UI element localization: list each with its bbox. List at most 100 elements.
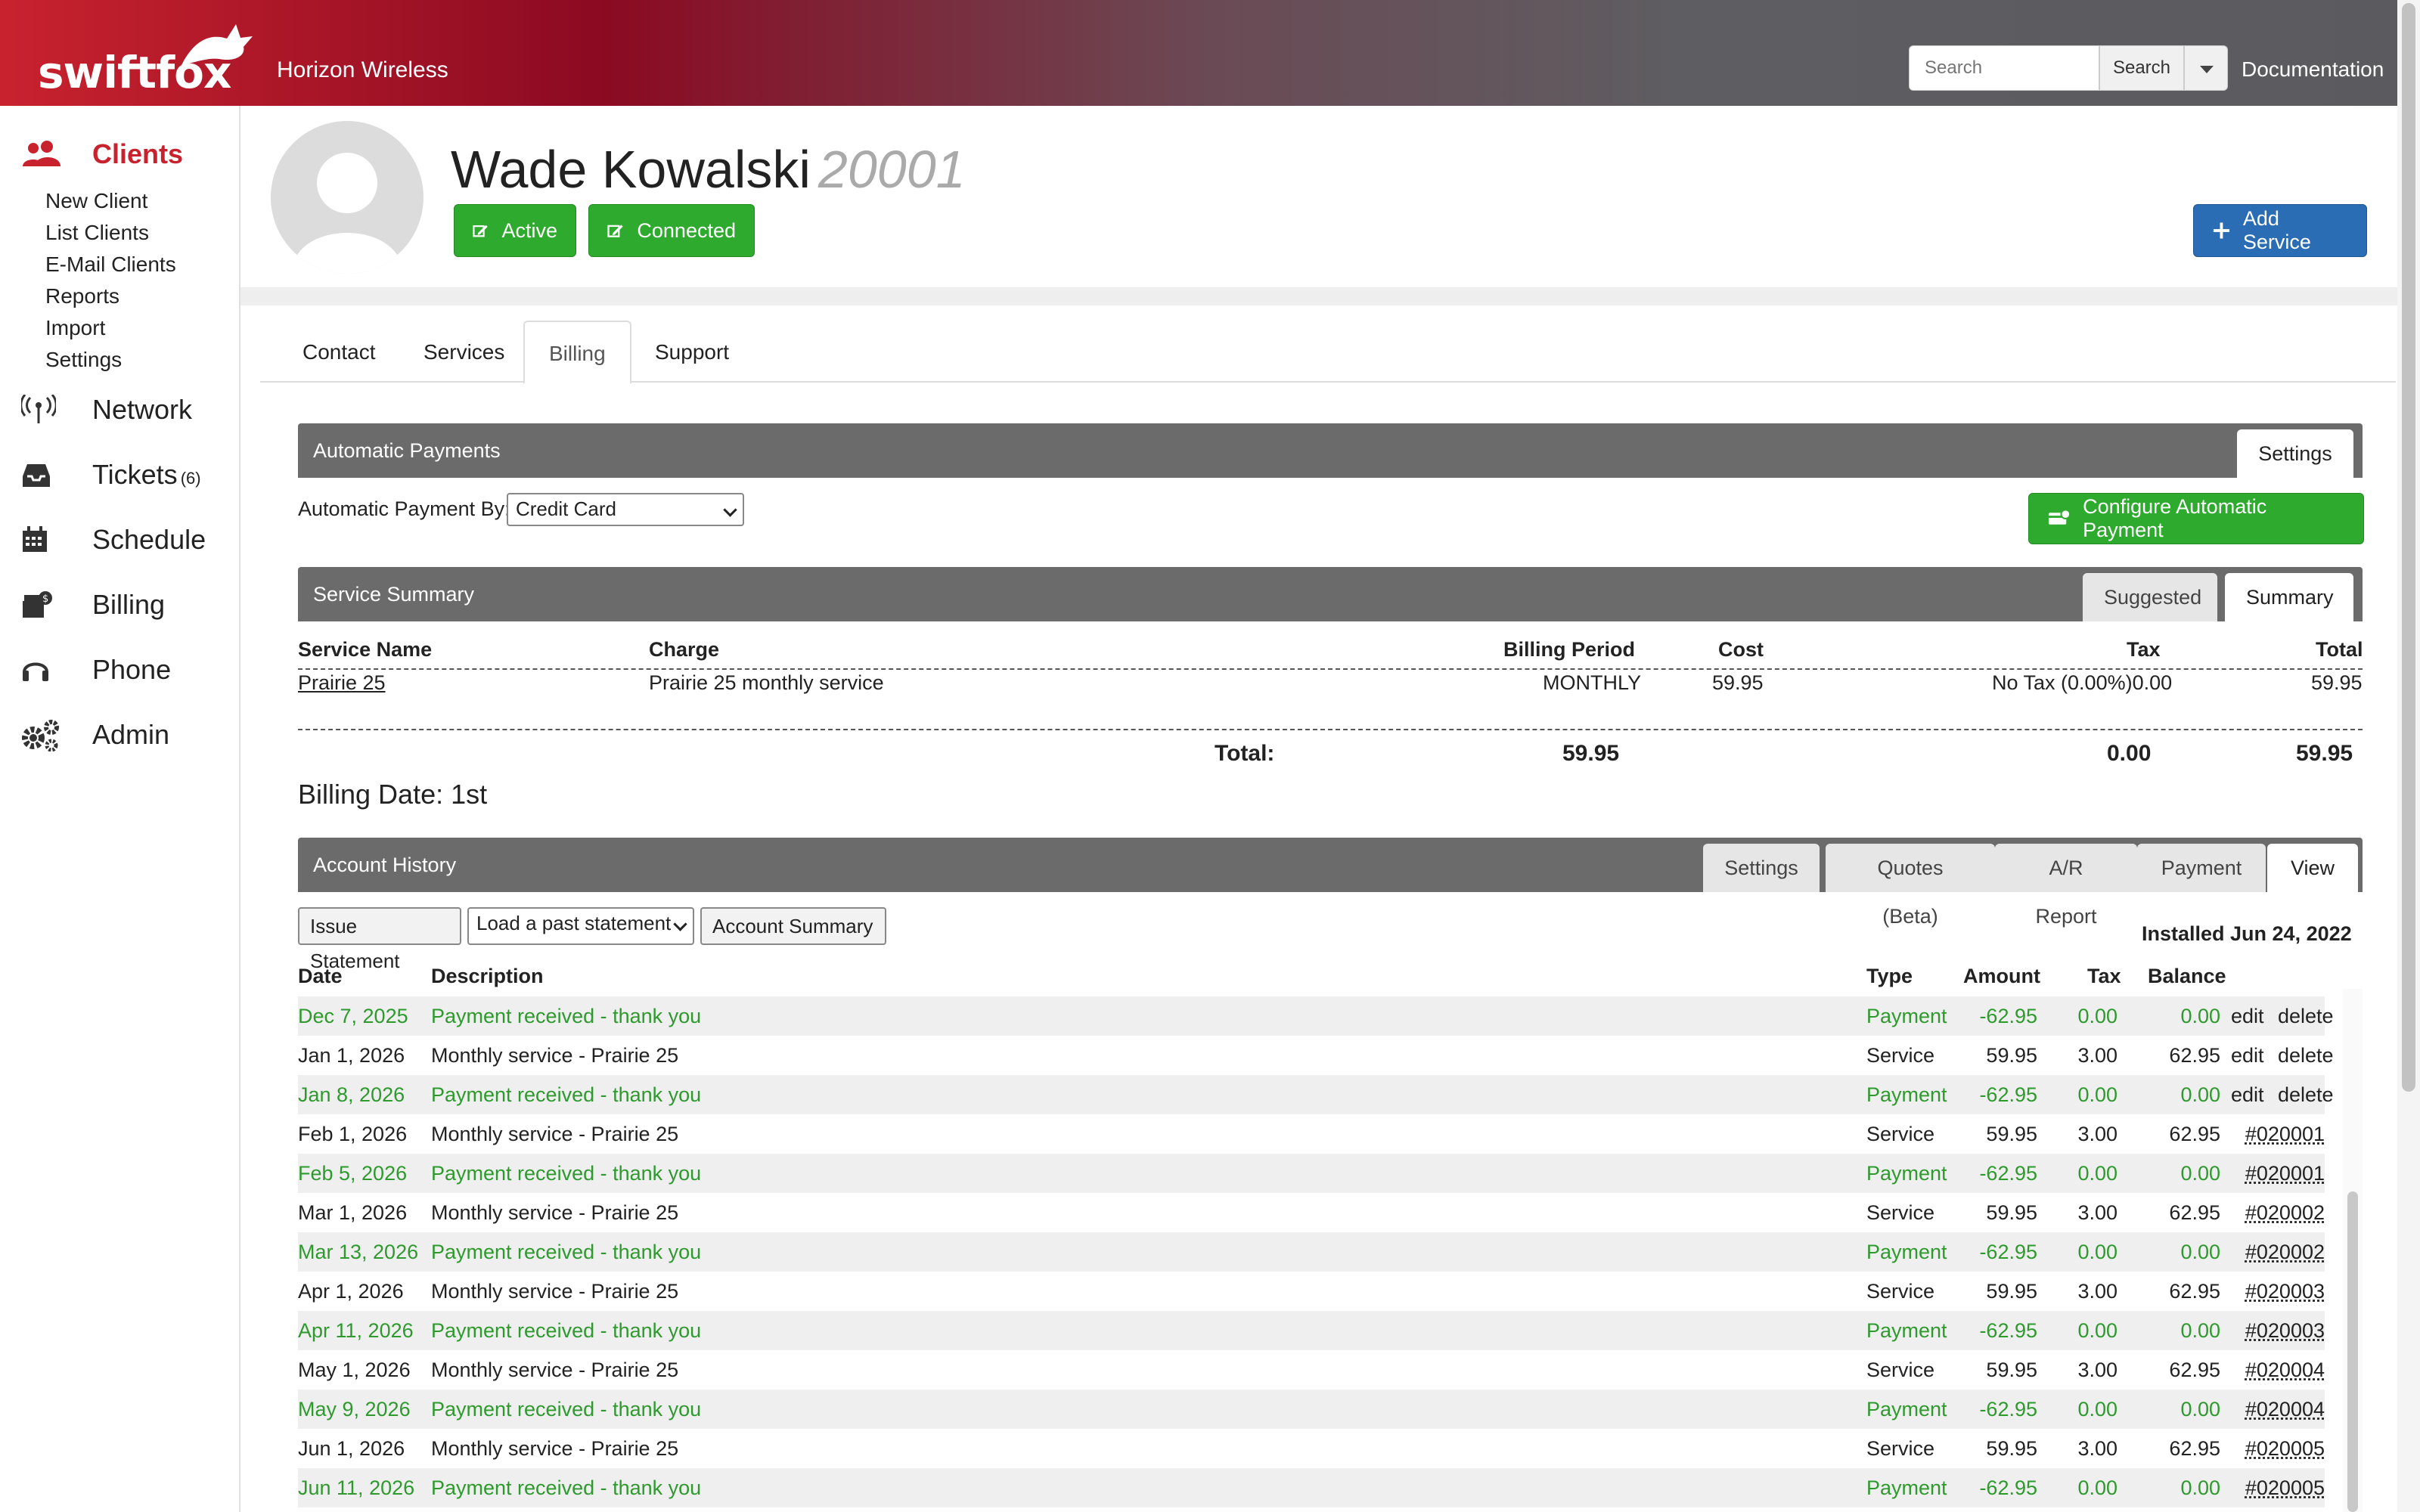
row-tax: 3.00 [2077, 1201, 2118, 1224]
tab-contact[interactable]: Contact [278, 321, 400, 384]
col-balance: Balance [2148, 965, 2226, 987]
row-tax: 0.00 [2077, 1241, 2118, 1263]
fox-icon [182, 24, 253, 65]
statement-link[interactable]: #020004 [2245, 1350, 2325, 1390]
tab-billing[interactable]: Billing [523, 321, 631, 384]
row-description: Payment received - thank you [431, 1083, 702, 1106]
service-summary-summary-tab[interactable]: Summary [2225, 573, 2353, 621]
account-history-view-tab[interactable]: View [2267, 844, 2358, 892]
edit-link[interactable]: edit [2231, 1036, 2264, 1075]
service-tax: No Tax (0.00%)0.00 [1992, 671, 2173, 694]
tab-services[interactable]: Services [399, 321, 529, 384]
account-history-payment-tab[interactable]: Payment [2137, 844, 2266, 892]
account-summary-button[interactable]: Account Summary [700, 907, 886, 945]
sidebar-item-billing[interactable]: $ Billing [21, 582, 165, 627]
configure-automatic-payment-button[interactable]: Configure Automatic Payment [2028, 493, 2364, 544]
service-link[interactable]: Prairie 25 [298, 671, 386, 695]
add-service-label: Add Service [2242, 207, 2311, 253]
edit-link[interactable]: edit [2231, 996, 2264, 1036]
page-scrollbar-thumb[interactable] [2402, 3, 2415, 1092]
search-input[interactable] [1909, 45, 2099, 91]
col-billing-period: Billing Period [1503, 638, 1636, 661]
top-header: swiftfox Horizon Wireless Search Documen… [0, 0, 2420, 106]
sidebar-item-schedule[interactable]: Schedule [21, 517, 206, 562]
statement-link[interactable]: #020003 [2245, 1311, 2325, 1350]
account-history-quotes-tab[interactable]: Quotes (Beta) [1826, 844, 1995, 928]
billing-date: Billing Date: 1st [298, 779, 487, 810]
delete-link[interactable]: delete [2278, 1036, 2334, 1075]
search-dropdown-caret[interactable] [2184, 45, 2228, 91]
tab-support[interactable]: Support [631, 321, 753, 384]
service-period: MONTHLY [1543, 671, 1642, 694]
sidebar-sub-settings[interactable]: Settings [45, 348, 122, 372]
sidebar-item-network[interactable]: Network [21, 387, 192, 432]
statement-link[interactable]: #020005 [2245, 1429, 2325, 1468]
swiftfox-logo[interactable]: swiftfox [38, 20, 253, 98]
row-date: Jan 1, 2026 [298, 1044, 405, 1067]
issue-statement-button[interactable]: Issue Statement [298, 907, 461, 972]
sidebar-sub-reports[interactable]: Reports [45, 284, 119, 308]
row-balance: 0.00 [2180, 1241, 2220, 1263]
col-date: Date [298, 965, 343, 987]
sidebar-item-phone[interactable]: Phone [21, 647, 171, 692]
billing-date-value: 1st [451, 779, 488, 810]
account-history-settings-tab[interactable]: Settings [1703, 844, 1820, 892]
row-description: Payment received - thank you [431, 1476, 702, 1499]
row-tax: 0.00 [2077, 1083, 2118, 1106]
headset-icon [21, 651, 64, 689]
statement-link[interactable]: #020002 [2245, 1193, 2325, 1232]
connected-status-button[interactable]: Connected [588, 204, 755, 257]
row-tax: 0.00 [2077, 1005, 2118, 1027]
client-id: 20001 [818, 140, 966, 199]
row-date: May 1, 2026 [298, 1359, 411, 1381]
automatic-payment-select[interactable]: Credit Card [507, 493, 744, 526]
past-statement-select[interactable]: Load a past statement [467, 907, 694, 945]
automatic-payment-value: Credit Card [516, 497, 616, 520]
service-cost: 59.95 [1712, 671, 1764, 694]
service-summary-suggested-tab[interactable]: Suggested [2083, 573, 2217, 621]
total-tax: 0.00 [2107, 741, 2152, 766]
row-type: Payment [1866, 1005, 1947, 1027]
row-type: Service [1866, 1044, 1935, 1067]
table-row: Apr 11, 2026 Payment received - thank you… [298, 1311, 2325, 1350]
search-button[interactable]: Search [2099, 45, 2184, 91]
row-amount: 59.95 [1986, 1280, 2037, 1303]
delete-link[interactable]: delete [2278, 996, 2334, 1036]
sidebar-item-clients[interactable]: Clients [21, 132, 183, 177]
sidebar-sub-list-clients[interactable]: List Clients [45, 221, 149, 245]
row-balance: 62.95 [2169, 1123, 2220, 1145]
documentation-link[interactable]: Documentation [2242, 57, 2384, 82]
sidebar-label-admin: Admin [92, 719, 170, 750]
account-history-ar-report-tab[interactable]: A/R Report [1995, 844, 2137, 928]
row-amount: 59.95 [1986, 1359, 2037, 1381]
edit-link[interactable]: edit [2231, 1075, 2264, 1114]
row-date: Mar 13, 2026 [298, 1241, 419, 1263]
history-scrollbar-thumb[interactable] [2347, 1191, 2358, 1512]
statement-link[interactable]: #020001 [2245, 1154, 2325, 1193]
sidebar-item-admin[interactable]: Admin [21, 712, 169, 758]
plus-icon [2213, 222, 2229, 239]
add-service-button[interactable]: Add Service [2193, 204, 2367, 257]
row-amount: 59.95 [1986, 1437, 2037, 1460]
statement-link[interactable]: #020004 [2245, 1390, 2325, 1429]
sidebar-item-tickets[interactable]: Tickets (6) [21, 452, 201, 497]
statement-link[interactable]: #020005 [2245, 1468, 2325, 1507]
divider-strip [240, 287, 2411, 305]
col-tax: Tax [2127, 638, 2161, 661]
client-name: Wade Kowalski [451, 140, 811, 199]
delete-link[interactable]: delete [2278, 1075, 2334, 1114]
automatic-payments-settings-tab[interactable]: Settings [2237, 429, 2353, 478]
statement-link[interactable]: #020001 [2245, 1114, 2325, 1154]
statement-link[interactable]: #020003 [2245, 1272, 2325, 1311]
sidebar-sub-email-clients[interactable]: E-Mail Clients [45, 253, 176, 277]
table-row: Apr 1, 2026 Monthly service - Prairie 25 S… [298, 1272, 2325, 1311]
active-status-button[interactable]: Active [454, 204, 576, 257]
sidebar-sub-import[interactable]: Import [45, 316, 105, 340]
statement-link[interactable]: #020002 [2245, 1232, 2325, 1272]
total-cost: 59.95 [1562, 741, 1620, 766]
row-type: Service [1866, 1437, 1935, 1460]
row-date: Apr 1, 2026 [298, 1280, 404, 1303]
col-description: Description [431, 965, 544, 987]
sidebar-sub-new-client[interactable]: New Client [45, 189, 147, 213]
sidebar-label-schedule: Schedule [92, 524, 206, 555]
